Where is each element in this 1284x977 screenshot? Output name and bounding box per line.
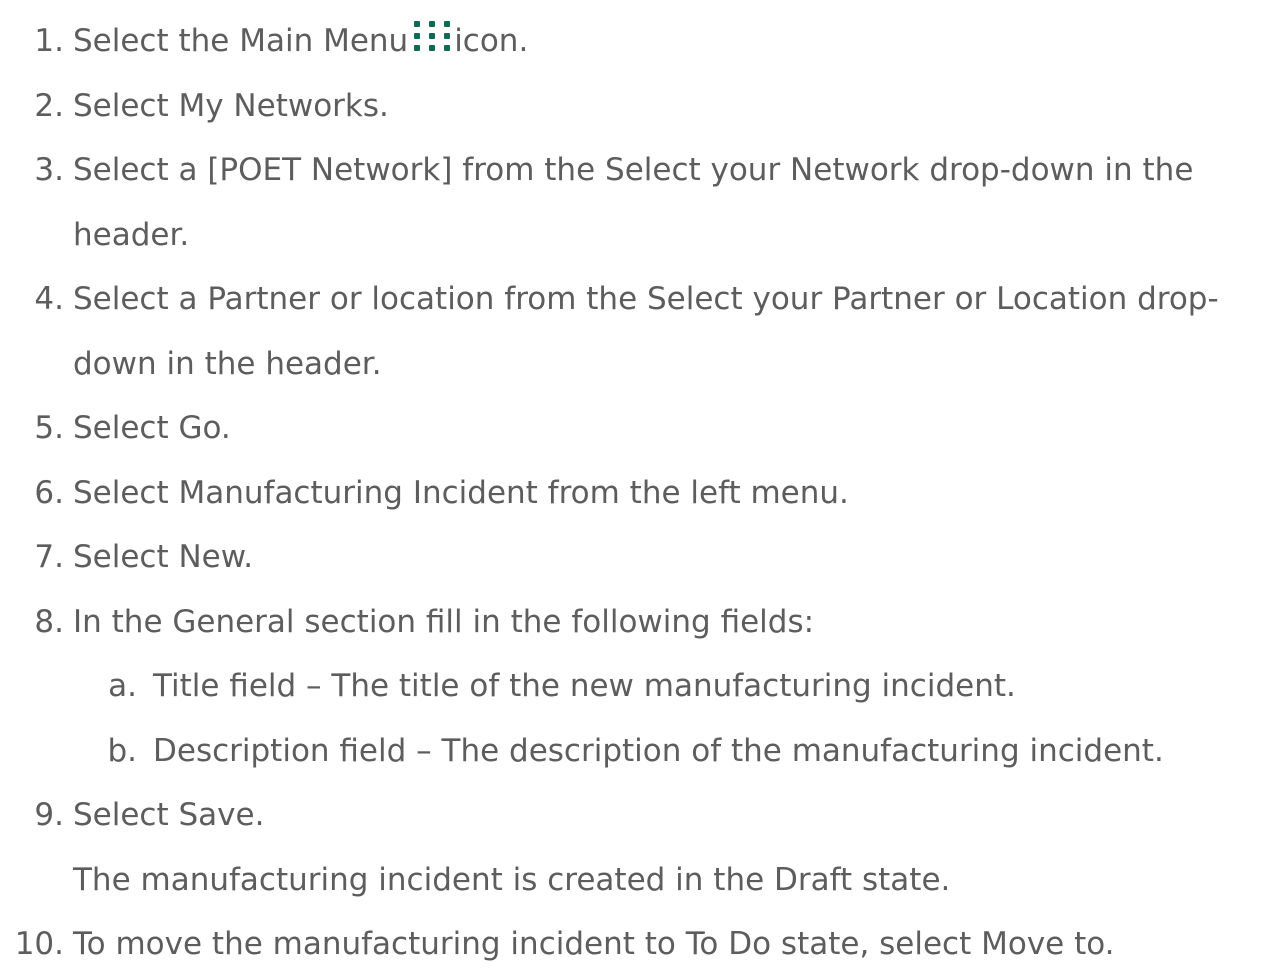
step-number: 7. xyxy=(34,539,64,575)
step-text: In the General section fill in the follo… xyxy=(73,603,815,640)
step-note: The manufacturing incident is created in… xyxy=(73,861,951,898)
step-text-after-icon: icon. xyxy=(454,23,529,59)
step-number: 6. xyxy=(34,474,64,511)
step-6: 6. Select Manufacturing Incident from the… xyxy=(0,461,1284,526)
main-menu-icon xyxy=(412,19,452,53)
step-4: 4. Select a Partner or location from the … xyxy=(0,267,1284,396)
sub-step-b: b. Description field – The description of… xyxy=(73,719,1274,784)
instruction-list: 1. Select the Main Menu icon. 2. Select My… xyxy=(0,9,1284,977)
step-number: 10. xyxy=(14,926,64,962)
step-number: 3. xyxy=(34,152,64,188)
step-8: 8. In the General section fill in the fol… xyxy=(0,590,1284,784)
step-2: 2. Select My Networks. xyxy=(0,74,1284,139)
sub-step-text: Description field – The description of t… xyxy=(153,732,1164,769)
step-text: Select My Networks. xyxy=(73,87,389,124)
step-number: 8. xyxy=(34,603,64,640)
step-text: Select a Partner or location from the Se… xyxy=(73,281,1219,382)
step-text: Select New. xyxy=(73,539,254,575)
step-number: 9. xyxy=(34,797,64,833)
sub-step-text: Title field – The title of the new manuf… xyxy=(153,668,1016,704)
sub-step-a: a. Title field – The title of the new man… xyxy=(73,654,1274,719)
sub-step-letter: b. xyxy=(107,732,137,769)
step-9: 9. Select Save. The manufacturing inciden… xyxy=(0,783,1284,912)
step-number: 1. xyxy=(34,23,64,59)
step-text: Select Go. xyxy=(73,410,231,446)
step-number: 4. xyxy=(34,281,64,317)
step-1: 1. Select the Main Menu icon. xyxy=(0,9,1284,74)
step-text: To move the manufacturing incident to To… xyxy=(73,926,1115,962)
sub-step-letter: a. xyxy=(108,668,137,704)
step-7: 7. Select New. xyxy=(0,525,1284,590)
step-number: 2. xyxy=(34,87,64,124)
step-text: Select Save. xyxy=(73,797,265,833)
step-text: Select Manufacturing Incident from the l… xyxy=(73,474,849,511)
field-list: a. Title field – The title of the new man… xyxy=(73,654,1274,783)
step-text: Select the Main Menu xyxy=(73,23,409,59)
icon-grid xyxy=(414,21,451,51)
step-3: 3. Select a [POET Network] from the Selec… xyxy=(0,138,1284,267)
step-text: Select a [POET Network] from the Select … xyxy=(73,152,1194,253)
step-10: 10. To move the manufacturing incident to… xyxy=(0,912,1284,977)
step-number: 5. xyxy=(34,410,64,446)
step-5: 5. Select Go. xyxy=(0,396,1284,461)
